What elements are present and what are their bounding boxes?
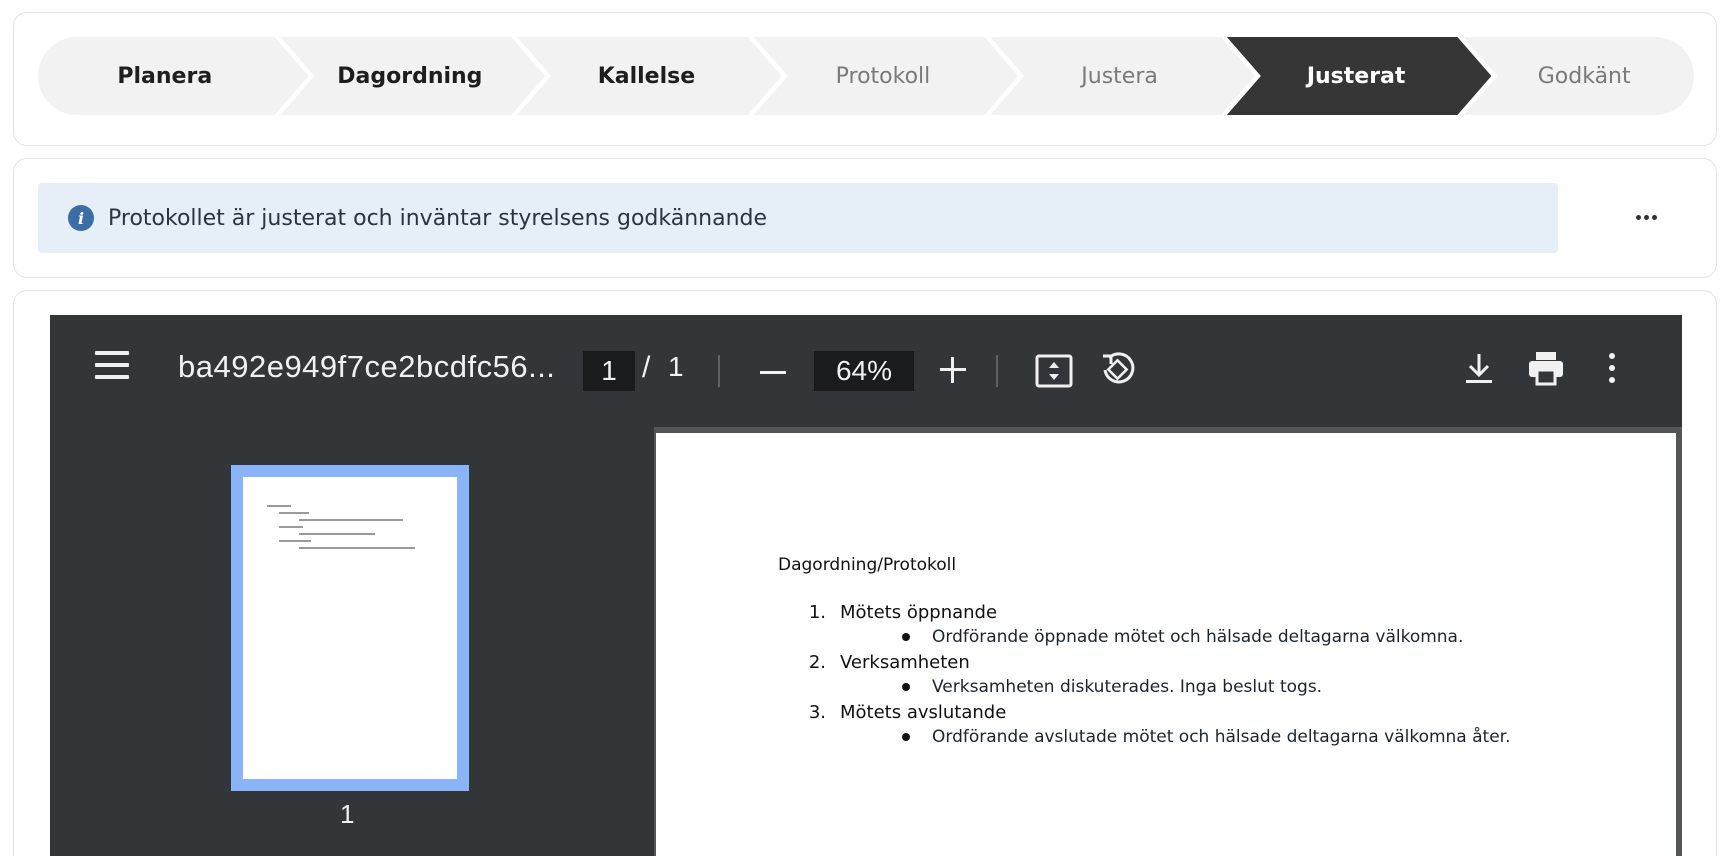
agenda-note: Verksamheten diskuterades. Inga beslut t… [778, 675, 1511, 699]
step-label: Kallelse [597, 63, 696, 89]
workflow-stepper: Planera Dagordning Kallelse Protokoll Ju… [38, 37, 1694, 115]
info-icon: i [68, 205, 94, 231]
pdf-page: Dagordning/Protokoll 1. Mötets öppnande … [656, 433, 1676, 856]
more-horizontal-icon[interactable] [1626, 199, 1666, 235]
agenda-label: Verksamheten [840, 651, 970, 673]
agenda-note-text: Ordförande avslutade mötet och hälsade d… [932, 727, 1511, 747]
agenda-number: 3. [808, 701, 826, 723]
page-thumbnail[interactable] [231, 465, 469, 791]
step-label: Planera [117, 63, 213, 89]
thumbnail-sidebar: 1 [50, 427, 654, 856]
more-vertical-icon[interactable] [1604, 351, 1620, 385]
agenda-note: Ordförande öppnade mötet och hälsade del… [778, 625, 1511, 649]
document-content: Dagordning/Protokoll 1. Mötets öppnande … [778, 555, 1511, 749]
step-justera[interactable]: Justera [990, 37, 1255, 115]
step-label: Justera [1081, 63, 1158, 89]
agenda-item: 1. Mötets öppnande [778, 599, 1511, 625]
bullet-icon [902, 633, 910, 641]
thumbnail-preview [243, 477, 457, 779]
info-alert: i Protokollet är justerat och inväntar s… [38, 183, 1558, 253]
agenda-item: 3. Mötets avslutande [778, 699, 1511, 725]
step-label: Protokoll [835, 63, 931, 89]
agenda-note: Ordförande avslutade mötet och hälsade d… [778, 725, 1511, 749]
agenda-note-text: Ordförande öppnade mötet och hälsade del… [932, 627, 1464, 647]
toolbar-divider [718, 355, 720, 387]
download-icon[interactable] [1462, 351, 1496, 387]
print-icon[interactable] [1526, 349, 1566, 387]
document-title: Dagordning/Protokoll [778, 555, 957, 575]
step-label: Dagordning [337, 63, 483, 89]
menu-icon[interactable] [94, 351, 130, 379]
step-kallelse[interactable]: Kallelse [517, 37, 782, 115]
agenda-label: Mötets öppnande [840, 601, 998, 623]
rotate-icon[interactable] [1098, 349, 1138, 389]
info-message: Protokollet är justerat och inväntar sty… [108, 205, 768, 231]
page-separator: / [642, 351, 651, 384]
step-label: Godkänt [1537, 63, 1631, 89]
page-number-input[interactable] [583, 351, 635, 391]
step-planera[interactable]: Planera [38, 37, 309, 115]
step-godkant[interactable]: Godkänt [1463, 37, 1694, 115]
agenda-note-text: Verksamheten diskuterades. Inga beslut t… [932, 677, 1323, 697]
bullet-icon [902, 733, 910, 741]
toolbar-divider [996, 355, 998, 387]
pdf-viewer: ba492e949f7ce2bcdfc56... / 1 [50, 315, 1682, 856]
workflow-card: Planera Dagordning Kallelse Protokoll Ju… [13, 12, 1717, 146]
step-justerat[interactable]: Justerat [1226, 37, 1491, 115]
step-dagordning[interactable]: Dagordning [280, 37, 545, 115]
agenda-number: 2. [808, 651, 826, 673]
step-protokoll[interactable]: Protokoll [753, 37, 1018, 115]
status-card: i Protokollet är justerat och inväntar s… [13, 158, 1717, 278]
fit-page-icon[interactable] [1034, 351, 1074, 391]
agenda-item: 2. Verksamheten [778, 649, 1511, 675]
zoom-in-icon[interactable] [938, 355, 968, 385]
agenda-label: Mötets avslutande [840, 701, 1007, 723]
pdf-filename: ba492e949f7ce2bcdfc56... [178, 349, 556, 384]
zoom-out-icon[interactable] [758, 357, 788, 387]
step-label: Justerat [1306, 63, 1406, 89]
page-total: 1 [668, 351, 684, 382]
zoom-input[interactable] [814, 351, 914, 391]
document-card: ba492e949f7ce2bcdfc56... / 1 [13, 290, 1717, 856]
agenda-number: 1. [808, 601, 826, 623]
pdf-toolbar: ba492e949f7ce2bcdfc56... / 1 [50, 315, 1682, 427]
thumbnail-page-number: 1 [340, 799, 355, 829]
bullet-icon [902, 683, 910, 691]
